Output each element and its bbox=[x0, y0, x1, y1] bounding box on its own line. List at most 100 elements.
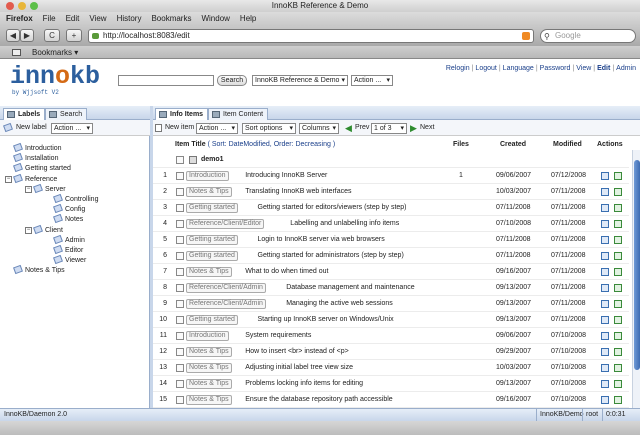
items-scrollbar[interactable] bbox=[632, 150, 640, 408]
page-select[interactable]: 1 of 3 bbox=[371, 123, 407, 134]
view-item-icon[interactable] bbox=[614, 204, 622, 212]
menu-bookmarks[interactable]: Bookmarks bbox=[151, 14, 191, 23]
tree-node-server[interactable]: Server bbox=[33, 183, 66, 195]
row-checkbox[interactable] bbox=[176, 396, 184, 404]
view-item-icon[interactable] bbox=[614, 172, 622, 180]
tree-node-introduction[interactable]: Introduction bbox=[13, 142, 62, 154]
tree-node-reference[interactable]: Reference bbox=[13, 173, 57, 185]
edit-item-icon[interactable] bbox=[601, 380, 609, 388]
view-item-icon[interactable] bbox=[614, 252, 622, 260]
row-checkbox[interactable] bbox=[176, 252, 184, 260]
edit-item-icon[interactable] bbox=[601, 348, 609, 356]
next-link[interactable]: Next bbox=[420, 124, 434, 131]
row-checkbox[interactable] bbox=[176, 380, 184, 388]
search-button[interactable]: Search bbox=[217, 75, 247, 86]
table-row[interactable]: 14 Notes & Tips Problems locking info item… bbox=[153, 376, 629, 392]
row-title[interactable]: Getting started for administrators (step… bbox=[258, 248, 404, 264]
link-logout[interactable]: Logout bbox=[475, 65, 496, 72]
tree-node-notes[interactable]: Notes bbox=[53, 214, 83, 225]
table-row[interactable]: 10 Getting started Starting up InnoKB serv… bbox=[153, 312, 629, 328]
scrollbar-thumb[interactable] bbox=[634, 160, 640, 370]
view-item-icon[interactable] bbox=[614, 348, 622, 356]
row-title[interactable]: Adjusting initial label tree view size bbox=[245, 360, 353, 376]
menu-edit[interactable]: Edit bbox=[66, 14, 80, 23]
add-bookmark-button[interactable]: + bbox=[66, 29, 82, 42]
row-checkbox[interactable] bbox=[176, 188, 184, 196]
link-language[interactable]: Language bbox=[503, 65, 534, 72]
table-row[interactable]: 4 Reference/Client/Editor Labelling and un… bbox=[153, 216, 629, 232]
row-title[interactable]: Ensure the database repository path acce… bbox=[245, 392, 392, 408]
row-label-tag[interactable]: Notes & Tips bbox=[186, 363, 232, 373]
row-checkbox[interactable] bbox=[176, 172, 184, 180]
edit-item-icon[interactable] bbox=[601, 284, 609, 292]
table-row[interactable]: 6 Getting started Getting started for admi… bbox=[153, 248, 629, 264]
edit-item-icon[interactable] bbox=[601, 236, 609, 244]
reload-button[interactable]: C bbox=[44, 29, 60, 42]
edit-item-icon[interactable] bbox=[601, 364, 609, 372]
tree-node-viewer[interactable]: Viewer bbox=[53, 255, 86, 266]
row-label-tag[interactable]: Getting started bbox=[186, 251, 238, 261]
table-row[interactable]: 11 Introduction System requirements 09/06/2… bbox=[153, 328, 629, 344]
next-arrow-icon[interactable]: ▶ bbox=[410, 123, 417, 134]
table-row[interactable]: 8 Reference/Client/Admin Database manageme… bbox=[153, 280, 629, 296]
row-title[interactable]: Problems locking info items for editing bbox=[245, 376, 363, 392]
row-label-tag[interactable]: Introduction bbox=[186, 171, 229, 181]
link-edit[interactable]: Edit bbox=[597, 65, 610, 72]
items-action-select[interactable]: Action ... bbox=[196, 123, 238, 134]
col-modified[interactable]: Modified bbox=[553, 141, 582, 148]
header-action-select[interactable]: Action ... bbox=[351, 75, 393, 86]
edit-item-icon[interactable] bbox=[601, 220, 609, 228]
row-checkbox[interactable] bbox=[176, 316, 184, 324]
edit-item-icon[interactable] bbox=[601, 300, 609, 308]
prev-arrow-icon[interactable]: ◀ bbox=[345, 123, 352, 134]
view-item-icon[interactable] bbox=[614, 380, 622, 388]
rss-icon[interactable] bbox=[522, 32, 530, 40]
bookmarks-menu[interactable]: Bookmarks ▾ bbox=[32, 48, 78, 57]
row-checkbox[interactable] bbox=[176, 204, 184, 212]
row-label-tag[interactable]: Notes & Tips bbox=[186, 187, 232, 197]
labels-action-select[interactable]: Action ... bbox=[51, 123, 93, 134]
row-label-tag[interactable]: Getting started bbox=[186, 235, 238, 245]
row-title[interactable]: Getting started for editors/viewers (ste… bbox=[258, 200, 407, 216]
col-created[interactable]: Created bbox=[500, 141, 526, 148]
row-title[interactable]: Introducing InnoKB Server bbox=[245, 168, 327, 184]
row-label-tag[interactable]: Reference/Client/Editor bbox=[186, 219, 265, 229]
menu-history[interactable]: History bbox=[117, 14, 142, 23]
back-button[interactable]: ◀ bbox=[6, 29, 20, 42]
row-checkbox[interactable] bbox=[176, 332, 184, 340]
table-row[interactable]: 3 Getting started Getting started for edit… bbox=[153, 200, 629, 216]
new-label-button[interactable]: New label bbox=[16, 124, 47, 131]
edit-item-icon[interactable] bbox=[601, 204, 609, 212]
sort-options-select[interactable]: Sort options bbox=[242, 123, 296, 134]
table-row[interactable]: 1 Introduction Introducing InnoKB Server 1 0… bbox=[153, 168, 629, 184]
view-item-icon[interactable] bbox=[614, 188, 622, 196]
view-item-icon[interactable] bbox=[614, 300, 622, 308]
minimize-window-icon[interactable] bbox=[18, 2, 26, 10]
row-title[interactable]: Database management and maintenance bbox=[286, 280, 414, 296]
row-checkbox[interactable] bbox=[176, 268, 184, 276]
row-label-tag[interactable]: Notes & Tips bbox=[186, 379, 232, 389]
row-checkbox[interactable] bbox=[176, 300, 184, 308]
row-checkbox[interactable] bbox=[176, 364, 184, 372]
tab-labels[interactable]: Labels bbox=[3, 108, 46, 120]
kb-select[interactable]: InnoKB Reference & Demo bbox=[252, 75, 348, 86]
row-title[interactable]: How to insert <br> instead of <p> bbox=[245, 344, 349, 360]
tab-info-items[interactable]: Info Items bbox=[155, 108, 209, 120]
view-item-icon[interactable] bbox=[614, 332, 622, 340]
edit-item-icon[interactable] bbox=[601, 172, 609, 180]
row-title[interactable]: Labelling and unlabelling info items bbox=[290, 216, 399, 232]
collapse-toggle[interactable]: − bbox=[25, 227, 32, 235]
columns-select[interactable]: Columns bbox=[299, 123, 339, 134]
row-title[interactable]: Managing the active web sessions bbox=[286, 296, 393, 312]
zoom-window-icon[interactable] bbox=[30, 2, 38, 10]
row-label-tag[interactable]: Getting started bbox=[186, 315, 238, 325]
row-checkbox[interactable] bbox=[176, 348, 184, 356]
tab-item-content[interactable]: Item Content bbox=[208, 108, 269, 120]
view-item-icon[interactable] bbox=[614, 284, 622, 292]
url-field[interactable]: http://localhost:8083/edit bbox=[88, 29, 534, 43]
table-row[interactable]: 13 Notes & Tips Adjusting initial label tr… bbox=[153, 360, 629, 376]
row-label-tag[interactable]: Notes & Tips bbox=[186, 267, 232, 277]
row-title[interactable]: What to do when timed out bbox=[245, 264, 328, 280]
table-row[interactable]: 5 Getting started Login to InnoKB server v… bbox=[153, 232, 629, 248]
view-item-icon[interactable] bbox=[614, 236, 622, 244]
